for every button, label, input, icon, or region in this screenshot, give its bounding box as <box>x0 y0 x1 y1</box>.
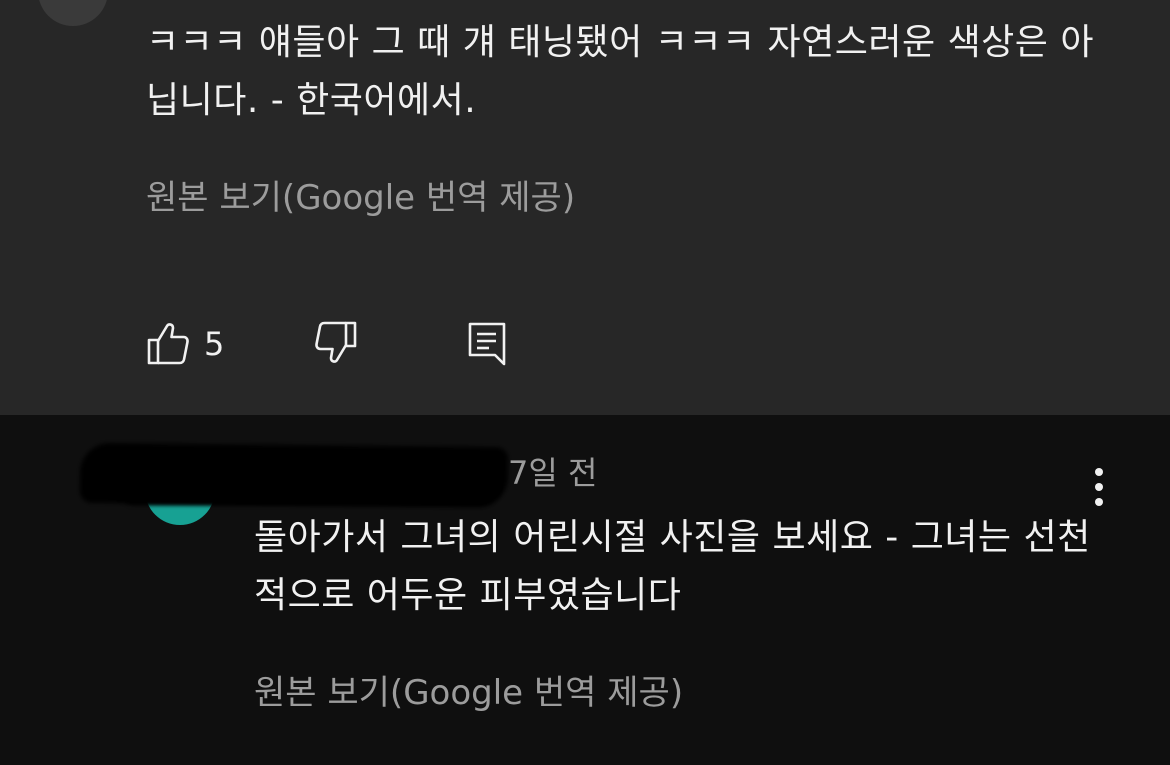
comment-text: ㅋㅋㅋ 얘들아 그 때 걔 태닝됐어 ㅋㅋㅋ 자연스러운 색상은 아닙니다. -… <box>146 22 1094 121</box>
thumbs-up-icon <box>147 323 189 365</box>
comment-highlighted: ㅋㅋㅋ 얘들아 그 때 걔 태닝됐어 ㅋㅋㅋ 자연스러운 색상은 아닙니다. -… <box>0 0 1170 415</box>
reply-button[interactable] <box>466 320 510 366</box>
reply-icon <box>468 322 506 366</box>
avatar[interactable] <box>38 0 108 26</box>
thumbs-down-icon <box>315 321 357 363</box>
see-original-link[interactable]: 원본 보기(Google 번역 제공) <box>254 671 683 715</box>
comment-text: 돌아가서 그녀의 어린시절 사진을 보세요 - 그녀는 선천적으로 어두운 피부… <box>254 517 1091 616</box>
more-vertical-icon-dot <box>1095 483 1103 491</box>
comment-timestamp: 7일 전 <box>508 454 598 492</box>
redacted-username-mark <box>118 471 498 505</box>
comments-screen: ㅋㅋㅋ 얘들아 그 때 걔 태닝됐어 ㅋㅋㅋ 자연스러운 색상은 아닙니다. -… <box>0 0 1170 765</box>
comment: 7일 전 돌아가서 그녀의 어린시절 사진을 보세요 - 그녀는 선천적으로 어… <box>0 415 1170 765</box>
more-options-button[interactable] <box>1090 468 1108 506</box>
like-button[interactable] <box>146 320 190 366</box>
see-original-link[interactable]: 원본 보기(Google 번역 제공) <box>146 176 575 220</box>
more-vertical-icon <box>1095 468 1103 476</box>
like-count: 5 <box>204 325 225 363</box>
more-vertical-icon-dot <box>1095 498 1103 506</box>
more-options-button[interactable] <box>1090 0 1108 10</box>
dislike-button[interactable] <box>314 320 358 366</box>
